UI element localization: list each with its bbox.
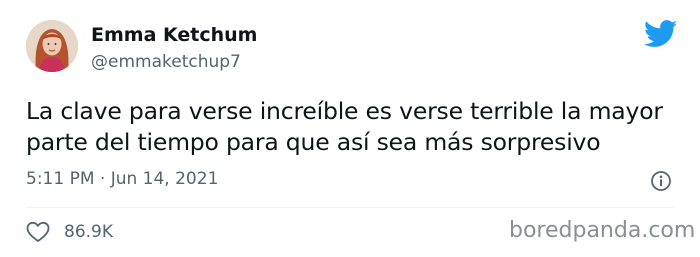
like-count[interactable]: 86.9K bbox=[64, 222, 113, 242]
divider bbox=[26, 207, 674, 208]
heart-icon[interactable] bbox=[26, 221, 50, 243]
display-name[interactable]: Emma Ketchum bbox=[91, 24, 257, 46]
profile-photo-icon bbox=[26, 20, 78, 72]
twitter-bird-icon[interactable] bbox=[643, 20, 678, 48]
avatar[interactable] bbox=[26, 20, 78, 72]
tweet-text: La clave para verse increíble es verse t… bbox=[26, 97, 663, 156]
user-handle[interactable]: @emmaketchup7 bbox=[91, 52, 241, 72]
tweet-card: Emma Ketchum @emmaketchup7 La clave para… bbox=[0, 0, 700, 257]
info-icon[interactable] bbox=[650, 170, 672, 192]
watermark: boredpanda.com bbox=[509, 218, 696, 243]
tweet-timestamp[interactable]: 5:11 PM · Jun 14, 2021 bbox=[26, 169, 218, 189]
